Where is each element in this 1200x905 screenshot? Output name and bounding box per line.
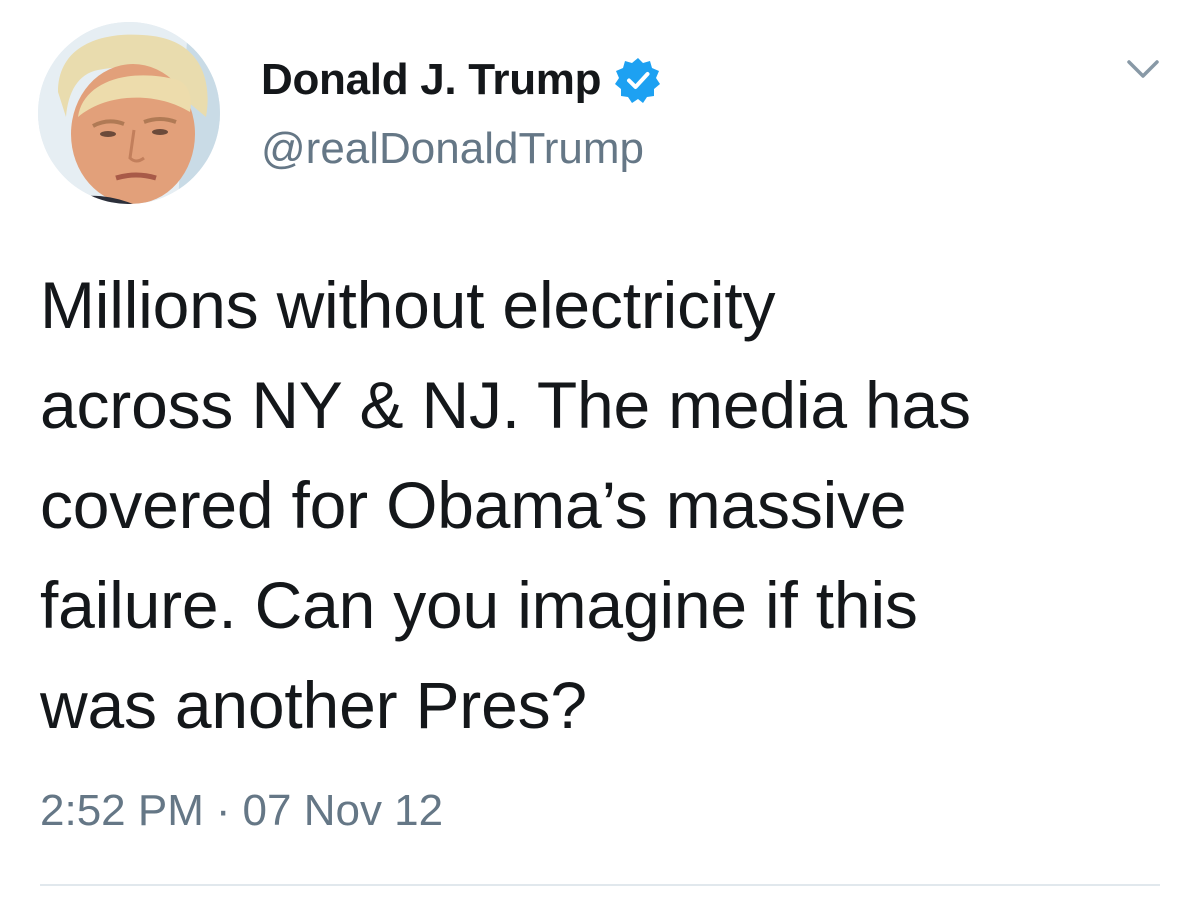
tweet-text: Millions without electricity across NY &… bbox=[40, 255, 1180, 755]
tweet-card: Donald J. Trump @realDonaldTrump Million… bbox=[0, 0, 1200, 905]
verified-badge-icon bbox=[615, 57, 661, 103]
author-name-row: Donald J. Trump bbox=[261, 48, 661, 112]
avatar[interactable] bbox=[38, 22, 220, 204]
tweet-timestamp[interactable]: 2:52 PM · 07 Nov 12 bbox=[40, 786, 443, 836]
tweet-date: 07 Nov 12 bbox=[242, 786, 444, 835]
tweet-text-line: across NY & NJ. The media has bbox=[40, 368, 971, 442]
tweet-text-line: Millions without electricity bbox=[40, 268, 776, 342]
divider bbox=[40, 884, 1160, 886]
meta-separator: · bbox=[215, 786, 231, 835]
tweet-text-line: failure. Can you imagine if this bbox=[40, 568, 918, 642]
tweet-text-line: was another Pres? bbox=[40, 668, 587, 742]
tweet-time: 2:52 PM bbox=[40, 786, 204, 835]
avatar-photo bbox=[38, 22, 220, 204]
chevron-down-icon[interactable] bbox=[1126, 58, 1160, 82]
display-name[interactable]: Donald J. Trump bbox=[261, 55, 602, 105]
tweet-text-line: covered for Obama’s massive bbox=[40, 468, 907, 542]
user-handle[interactable]: @realDonaldTrump bbox=[261, 124, 644, 174]
